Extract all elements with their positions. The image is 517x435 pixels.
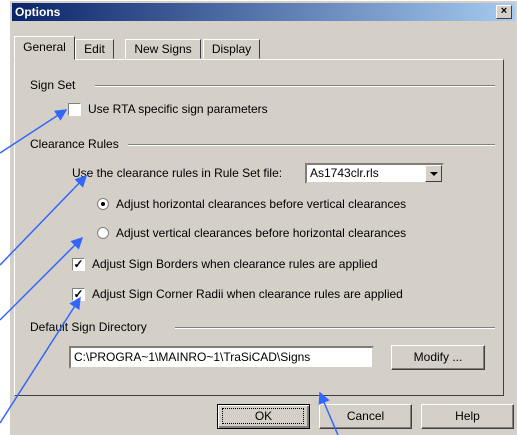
- sign-directory-value: C:\PROGRA~1\MAINRO~1\TraSiCAD\Signs: [74, 350, 311, 364]
- use-rta-label: Use RTA specific sign parameters: [88, 102, 268, 116]
- rule-set-file-label: Use the clearance rules in Rule Set file…: [72, 166, 283, 180]
- adjust-radii-checkbox[interactable]: ✓: [72, 288, 85, 301]
- clearance-rules-divider: [128, 144, 495, 146]
- rule-set-value: As1743clr.rls: [310, 166, 379, 180]
- clearance-rules-group-label: Clearance Rules: [30, 137, 119, 151]
- radio-vertical-first[interactable]: [97, 227, 109, 239]
- checkmark-icon: ✓: [73, 287, 84, 301]
- adjust-borders-label: Adjust Sign Borders when clearance rules…: [92, 257, 378, 271]
- sign-set-group-label: Sign Set: [30, 78, 76, 92]
- adjust-borders-checkbox[interactable]: ✓: [72, 258, 85, 271]
- rule-set-dropdown[interactable]: As1743clr.rls: [305, 163, 444, 184]
- directory-group-label: Default Sign Directory: [30, 320, 147, 334]
- modify-button-label: Modify ...: [413, 350, 463, 364]
- sign-set-divider: [95, 85, 495, 87]
- help-button-label: Help: [455, 409, 480, 423]
- radio-horizontal-first[interactable]: [97, 198, 109, 210]
- cancel-button-label: Cancel: [346, 409, 385, 423]
- focus-rectangle: [222, 408, 304, 424]
- checkmark-icon: ✓: [73, 257, 84, 271]
- help-button[interactable]: Help: [421, 404, 514, 429]
- adjust-radii-label: Adjust Sign Corner Radii when clearance …: [92, 287, 403, 301]
- directory-divider: [175, 327, 495, 329]
- use-rta-checkbox[interactable]: [68, 103, 81, 116]
- radio-vertical-label: Adjust vertical clearances before horizo…: [116, 226, 407, 240]
- ok-button[interactable]: OK: [217, 404, 310, 429]
- cancel-button[interactable]: Cancel: [319, 404, 412, 429]
- modify-button[interactable]: Modify ...: [391, 345, 485, 370]
- radio-selected-dot: [101, 202, 105, 206]
- chevron-down-icon[interactable]: [425, 165, 442, 182]
- radio-horizontal-label: Adjust horizontal clearances before vert…: [116, 197, 407, 211]
- sign-directory-field[interactable]: C:\PROGRA~1\MAINRO~1\TraSiCAD\Signs: [69, 346, 374, 369]
